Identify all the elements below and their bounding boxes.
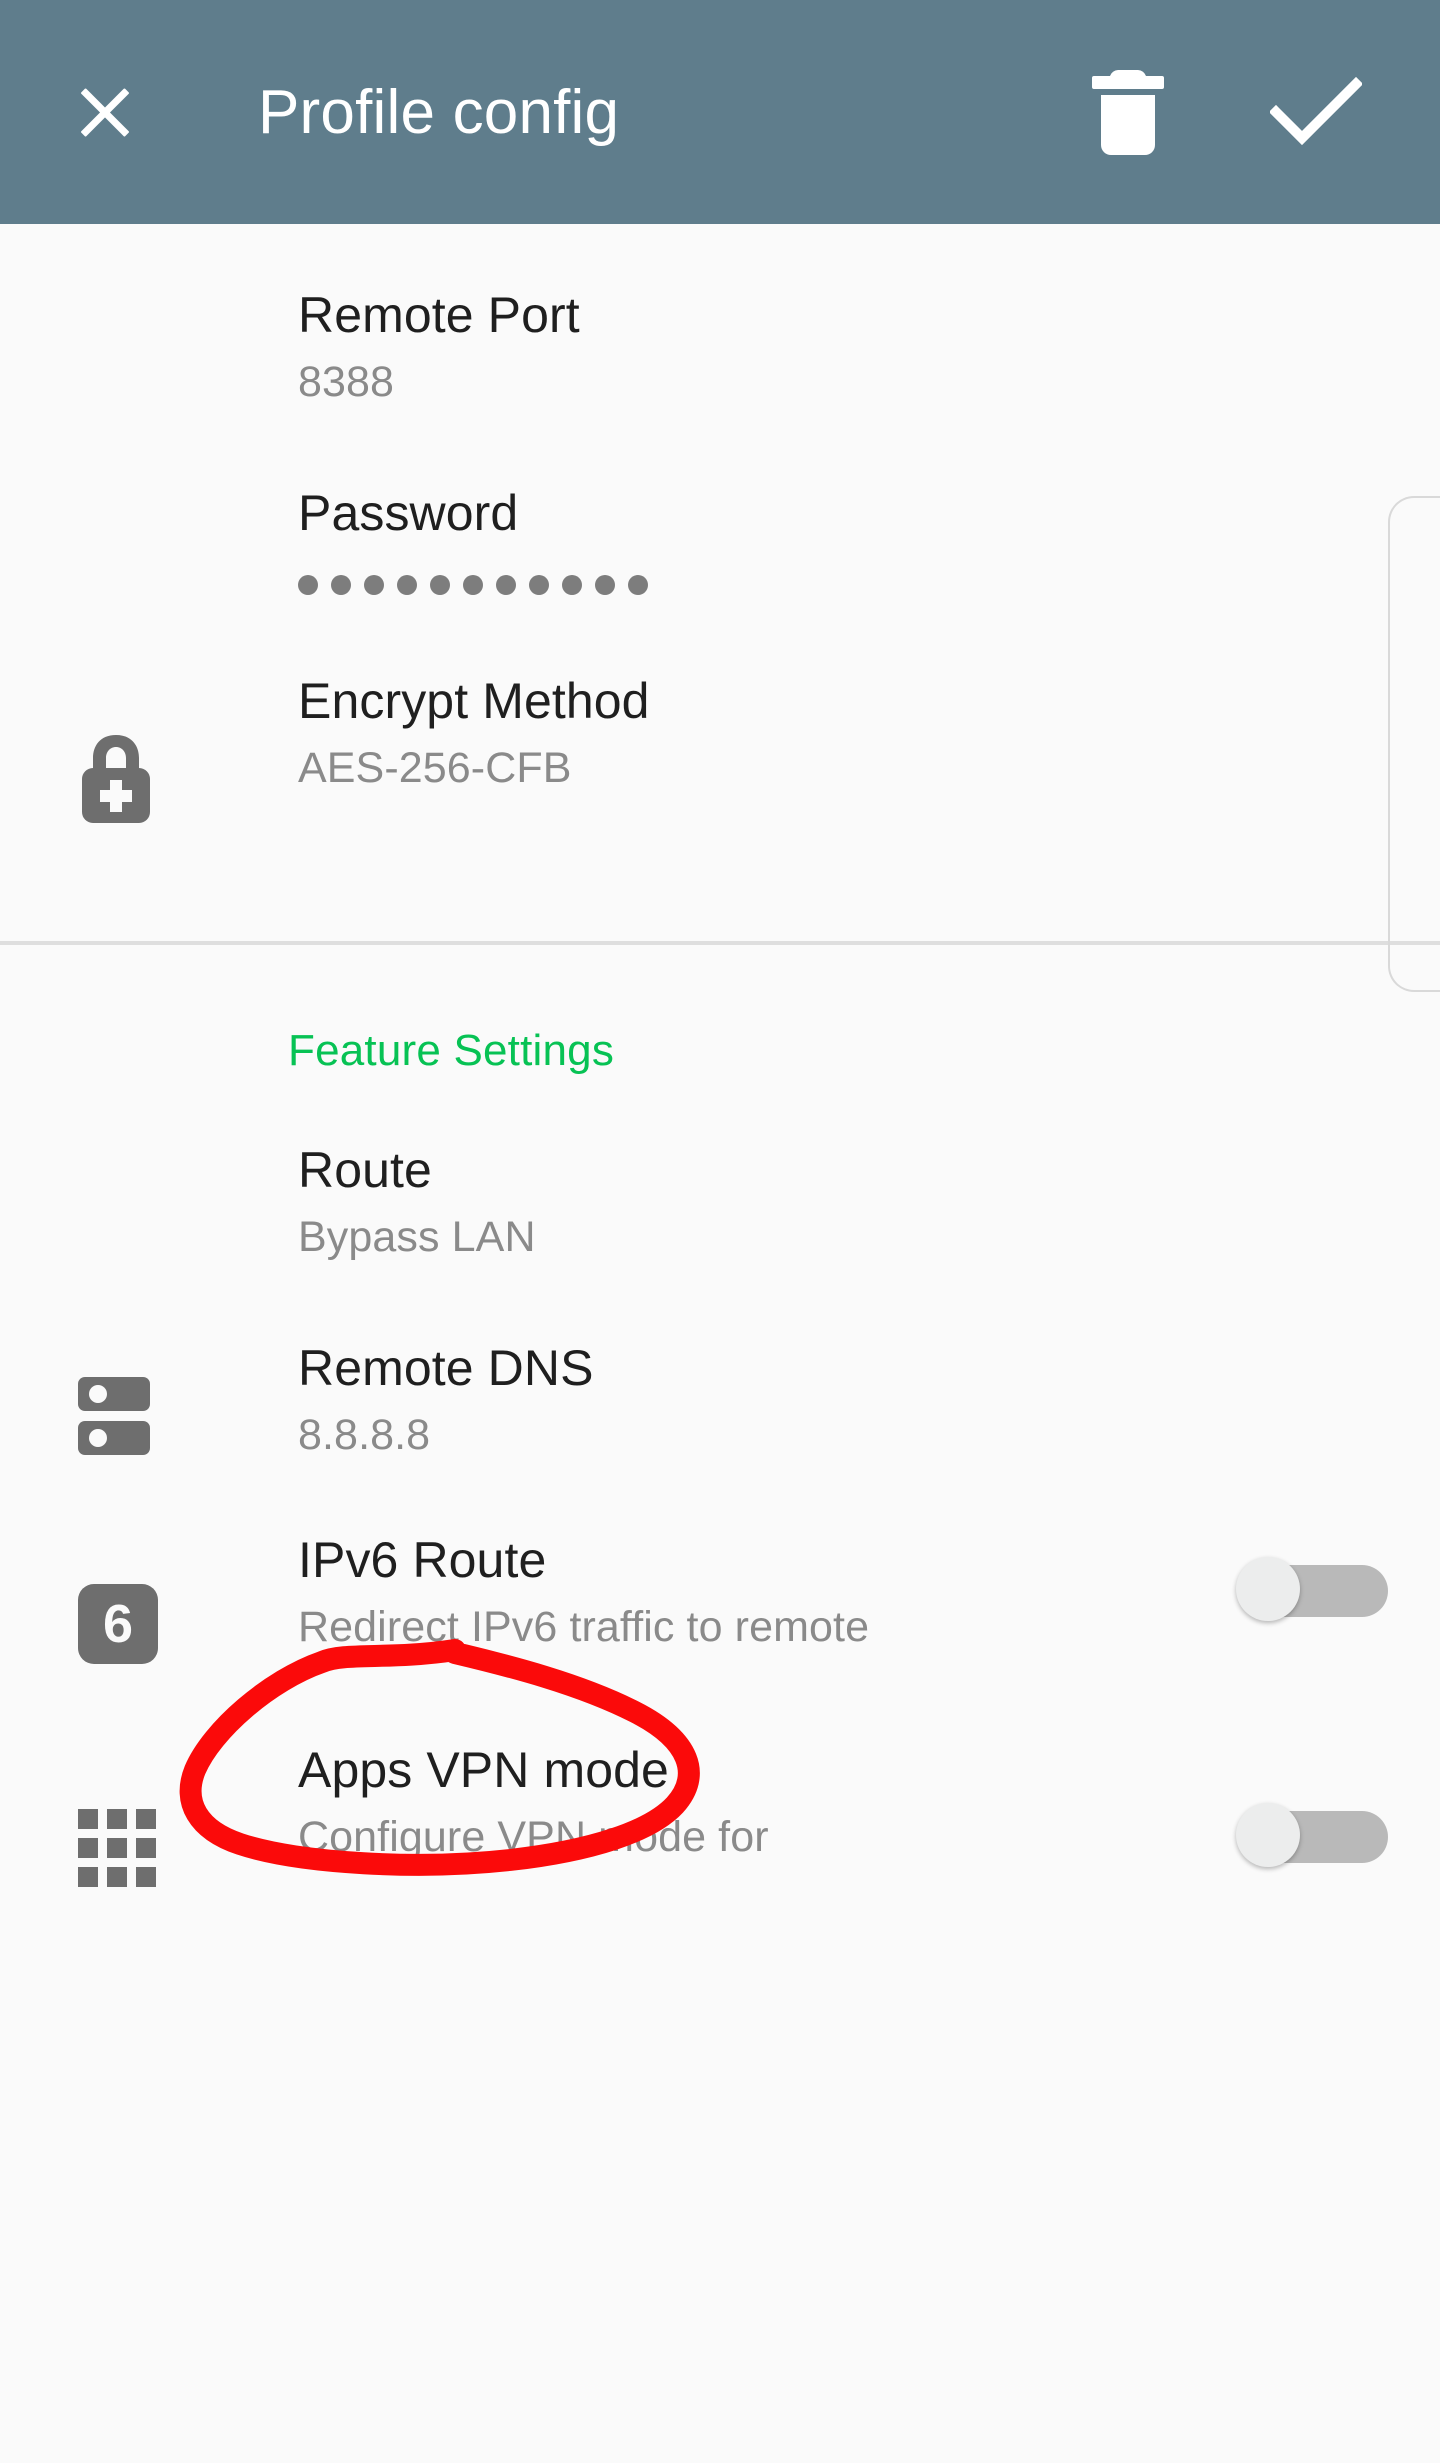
save-profile-button[interactable]	[1270, 66, 1362, 158]
row-password-icon-slot	[78, 484, 188, 594]
ipv6-route-toggle-thumb	[1236, 1557, 1300, 1621]
apps-grid-icon	[78, 1809, 156, 1887]
close-icon[interactable]	[60, 67, 150, 157]
row-ipv6-route-title: IPv6 Route	[298, 1532, 547, 1588]
row-encrypt-method-icon-slot	[78, 672, 188, 834]
app-screen: Profile config Remote Port 8388 Password…	[0, 0, 1440, 2463]
row-apps-vpn-mode-icon-slot	[78, 1741, 188, 1903]
apps-vpn-mode-toggle[interactable]	[1236, 1803, 1388, 1867]
ipv6-route-toggle[interactable]	[1236, 1557, 1388, 1621]
section-header-feature-settings: Feature Settings	[288, 1026, 615, 1075]
row-remote-port-text: Remote Port 8388	[188, 286, 1388, 410]
row-remote-dns-icon-slot	[78, 1339, 188, 1471]
row-apps-vpn-mode[interactable]: Apps VPN mode Configure VPN mode for	[0, 1679, 1440, 1903]
row-ipv6-route[interactable]: 6 IPv6 Route Redirect IPv6 traffic to re…	[0, 1471, 1440, 1679]
row-apps-vpn-mode-subtitle: Configure VPN mode for	[298, 1813, 769, 1861]
row-encrypt-method-subtitle: AES-256-CFB	[298, 744, 572, 792]
section-divider	[0, 941, 1440, 945]
row-remote-dns-subtitle: 8.8.8.8	[298, 1411, 431, 1459]
lock-plus-icon	[82, 735, 150, 823]
page-title: Profile config	[258, 77, 620, 147]
row-route-text: Route Bypass LAN	[188, 1141, 1388, 1265]
server-icon	[78, 1377, 150, 1455]
row-ipv6-route-subtitle: Redirect IPv6 traffic to remote	[298, 1603, 870, 1651]
row-apps-vpn-mode-toggle-wrap	[1236, 1741, 1388, 1867]
row-route[interactable]: Route Bypass LAN	[0, 1077, 1440, 1265]
row-remote-port-icon-slot	[78, 286, 188, 396]
row-remote-dns[interactable]: Remote DNS 8.8.8.8	[0, 1265, 1440, 1471]
app-toolbar: Profile config	[0, 0, 1440, 224]
row-route-icon-slot	[78, 1141, 188, 1251]
row-encrypt-method-title: Encrypt Method	[298, 673, 650, 729]
apps-vpn-mode-toggle-thumb	[1236, 1803, 1300, 1867]
row-encrypt-method[interactable]: Encrypt Method AES-256-CFB	[0, 598, 1440, 834]
row-remote-dns-title: Remote DNS	[298, 1340, 594, 1396]
row-apps-vpn-mode-title: Apps VPN mode	[298, 1742, 669, 1798]
row-password-title: Password	[298, 485, 519, 541]
row-password-text: Password	[188, 484, 1388, 598]
row-password-masked-value	[298, 572, 1388, 598]
toolbar-actions	[1082, 66, 1362, 158]
row-remote-port-subtitle: 8388	[298, 358, 395, 406]
row-remote-port[interactable]: Remote Port 8388	[0, 224, 1440, 410]
check-icon	[1270, 76, 1362, 146]
ipv6-badge-icon: 6	[78, 1584, 158, 1664]
row-ipv6-route-icon-slot: 6	[78, 1531, 188, 1679]
row-password[interactable]: Password	[0, 410, 1440, 598]
row-remote-dns-text: Remote DNS 8.8.8.8	[188, 1339, 1388, 1463]
row-ipv6-route-toggle-wrap	[1236, 1531, 1388, 1621]
row-route-subtitle: Bypass LAN	[298, 1213, 536, 1261]
settings-list[interactable]: Remote Port 8388 Password Encrypt Method…	[0, 224, 1440, 2463]
row-route-title: Route	[298, 1142, 432, 1198]
row-ipv6-route-text: IPv6 Route Redirect IPv6 traffic to remo…	[188, 1531, 1216, 1655]
row-encrypt-method-text: Encrypt Method AES-256-CFB	[188, 672, 1388, 796]
row-apps-vpn-mode-text: Apps VPN mode Configure VPN mode for	[188, 1741, 1216, 1865]
delete-profile-button[interactable]	[1082, 66, 1174, 158]
vertical-scrollbar[interactable]	[1388, 496, 1440, 992]
trash-icon	[1092, 70, 1164, 155]
row-remote-port-title: Remote Port	[298, 287, 580, 343]
